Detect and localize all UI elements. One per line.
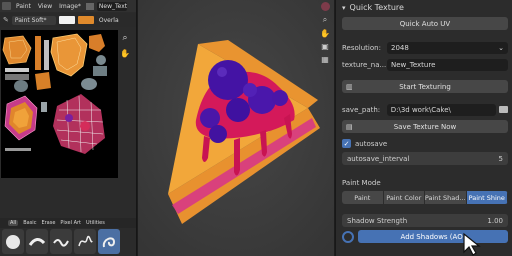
save-texture-now-label: Save Texture Now [393,122,457,131]
paint-mode-selector: Paint Paint Color Paint Shad... Paint Sh… [342,191,508,204]
brush-category-tabs: All Basic Erase Pixel Art Utilities [0,218,136,228]
save-path-field[interactable]: D:\3d work\Cake\ [386,103,497,116]
chevron-down-icon: ▾ [342,3,346,12]
overlay-menu[interactable]: Overla [97,17,121,24]
brush-soft[interactable] [26,229,48,254]
autosave-interval-value: 5 [498,154,503,163]
paint-mode-paint[interactable]: Paint [342,191,384,204]
brush-header: ✎ Paint Soft* Overla [0,13,136,27]
paint-mode-paint-color[interactable]: Paint Color [383,191,425,204]
circle-brush-icon [6,234,20,249]
menu-image[interactable]: Image* [57,3,83,10]
image-icon [85,2,94,10]
shadow-strength-label: Shadow Strength [347,216,408,225]
zoom-icon[interactable]: ⌕ [323,15,327,25]
uv-texture-image [1,30,118,178]
3d-viewport[interactable] [138,0,334,256]
brush-script[interactable] [74,229,96,254]
texture-name-row: texture_na... New_Texture [342,58,508,71]
hand-pan-icon[interactable]: ✋ [320,29,330,38]
tab-utilities[interactable]: Utilities [86,220,105,226]
cake-model [138,0,334,256]
texture-selector[interactable]: New_Textu [96,1,127,11]
soft-brush-icon [28,237,46,246]
resolution-row: Resolution: 2048 ⌄ [342,41,508,54]
stroke-brush-icon [53,238,69,247]
ao-icon [342,230,354,243]
autosave-interval-slider[interactable]: autosave_interval 5 [342,152,508,165]
paint-icon: ▥ [346,82,353,91]
zoom-icon[interactable]: ⌕ [122,33,127,43]
chevron-down-icon: ⌄ [498,43,504,52]
add-shadows-row: Add Shadows (AO) [342,230,508,243]
image-editor-header: Paint View Image* New_Textu [0,0,136,12]
paint-mode-paint-shadow[interactable]: Paint Shad... [425,191,467,204]
save-texture-now-button[interactable]: ▤ Save Texture Now [342,120,508,133]
add-shadows-button[interactable]: Add Shadows (AO) [358,230,508,243]
gizmo-icon[interactable] [320,2,330,11]
brush-swirl[interactable] [98,229,120,254]
autosave-interval-label: autosave_interval [347,154,410,163]
hand-pan-icon[interactable]: ✋ [120,49,130,58]
panel-header[interactable]: ▾ Quick Texture [342,1,508,14]
shadow-strength-slider[interactable]: Shadow Strength 1.00 [342,214,508,227]
shadow-strength-value: 1.00 [487,216,503,225]
color-swatch-orange[interactable] [77,16,94,24]
brush-circle[interactable] [2,229,24,254]
script-brush-icon [78,235,93,246]
start-texturing-label: Start Texturing [399,82,451,91]
tab-pixel-art[interactable]: Pixel Art [60,220,81,226]
brush-selector[interactable]: Paint Soft* [11,15,56,25]
brush-icon: ✎ [3,16,9,24]
menu-view[interactable]: View [36,3,54,10]
save-path-label: save_path: [342,105,381,114]
paint-mode-paint-shine[interactable]: Paint Shine [466,191,508,204]
viewport-nav-tools: ⌕ ✋ ▣ ▦ [318,2,332,64]
paint-mode-heading-row: Paint Mode [342,176,508,189]
start-texturing-button[interactable]: ▥ Start Texturing [342,80,508,93]
image-editor-panel: Paint View Image* New_Textu ✎ Paint Soft… [0,0,137,256]
checkmark-icon[interactable]: ✓ [342,139,351,148]
tab-erase[interactable]: Erase [41,220,55,226]
texture-name-label: texture_na... [342,60,387,69]
camera-icon[interactable]: ▣ [321,42,329,51]
tab-all[interactable]: All [8,220,19,226]
quick-auto-uv-button[interactable]: Quick Auto UV [342,17,508,30]
resolution-value: 2048 [391,43,409,52]
swirl-brush-icon [102,236,116,247]
autosave-row[interactable]: ✓ autosave [342,137,508,150]
image-editor-icon[interactable] [2,2,11,10]
resolution-label: Resolution: [342,43,381,52]
mouse-cursor-icon [463,232,481,256]
save-icon: ▤ [346,122,353,131]
folder-icon[interactable] [499,106,508,113]
panel-title: Quick Texture [349,3,404,12]
brush-stroke[interactable] [50,229,72,254]
resolution-dropdown[interactable]: 2048 ⌄ [387,41,508,54]
quick-texture-panel: ▾ Quick Texture Quick Auto UV Resolution… [335,0,512,256]
menu-paint[interactable]: Paint [14,3,33,10]
autosave-label: autosave [355,139,388,148]
save-path-row: save_path: D:\3d work\Cake\ [342,103,508,116]
texture-name-field[interactable]: New_Texture [387,58,508,71]
grid-icon[interactable]: ▦ [321,55,329,64]
image-nav-tools: ⌕ ✋ [119,33,131,58]
tab-basic[interactable]: Basic [23,220,36,226]
paint-mode-label: Paint Mode [342,178,381,187]
brush-palette [0,229,136,256]
color-swatch-white[interactable] [58,16,75,24]
